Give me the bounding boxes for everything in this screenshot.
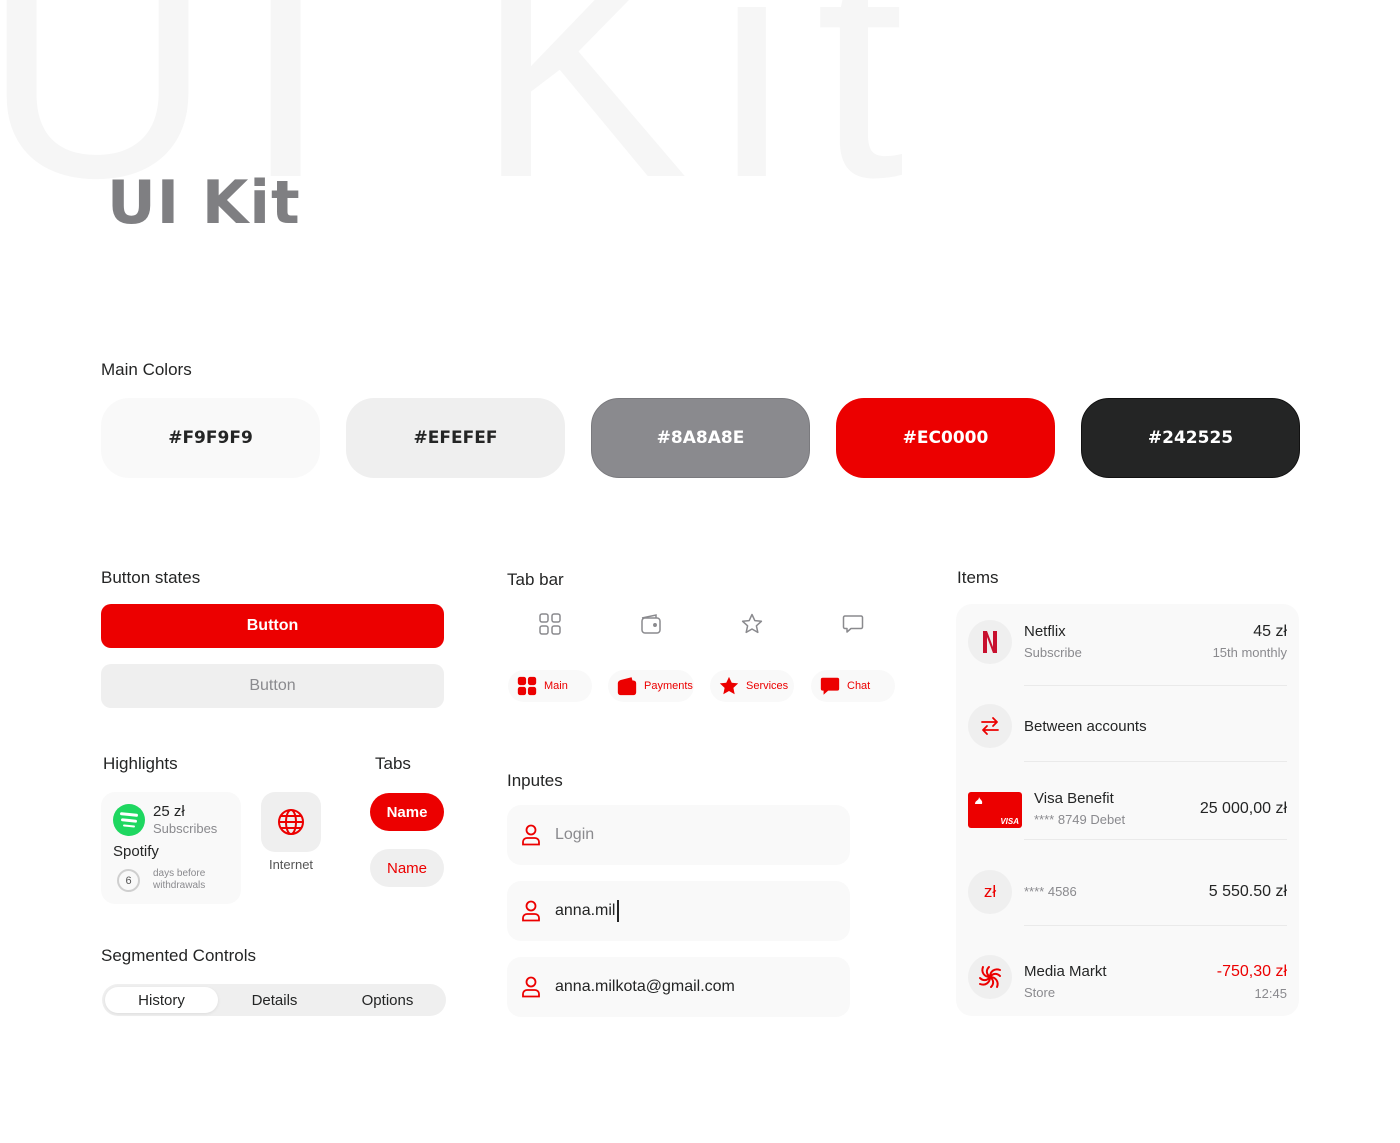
segment-details[interactable]: Details [218,987,331,1013]
chat-icon [820,677,840,695]
star-icon[interactable] [740,612,764,636]
internet-highlight-button[interactable] [261,792,321,852]
highlight-amount: 25 zł [153,803,185,820]
inputs-heading: Inputes [507,771,563,790]
item-subtitle: **** 8749 Debet [1034,812,1126,827]
item-subtitle: Subscribe [1024,645,1082,660]
item-title: Netflix [1024,623,1066,640]
star-icon [719,676,739,695]
tab-chip-payments[interactable]: Payments [608,670,694,702]
items-list: Netflix Subscribe 45 zł 15th monthly Bet… [956,604,1299,1016]
zloty-icon: zł [968,870,1012,914]
days-counter-ring: 6 [117,869,140,892]
highlight-name: Spotify [113,843,159,860]
visa-card-icon: VISA [968,792,1022,828]
input-placeholder: Login [555,826,595,843]
list-item-media-markt[interactable]: Media Markt Store -750,30 zł 12:45 [956,926,1299,1016]
input-value: anna.milkota@gmail.com [555,978,735,995]
list-item-zloty-account[interactable]: zł **** 4586 5 550.50 zł [956,840,1299,926]
segment-options[interactable]: Options [331,987,444,1013]
tab-chip-label: Services [746,680,789,692]
email-input-filled[interactable]: anna.milkota@gmail.com [507,957,850,1017]
card-brand: VISA [1000,817,1019,826]
swatch-hex: #F9F9F9 [168,428,253,448]
grid-icon[interactable] [538,612,562,636]
disabled-button[interactable]: Button [101,664,444,708]
button-states-heading: Button states [101,568,201,587]
highlight-subtitle: Subscribes [153,821,218,836]
swatch-hex: #EFEFEF [413,428,498,448]
item-time: 12:45 [1254,986,1287,1001]
item-subtitle: Store [1024,985,1056,1000]
transfer-arrows-icon [968,704,1012,748]
swatch-hex: #242525 [1147,428,1234,448]
primary-button[interactable]: Button [101,604,444,648]
item-amount: 45 zł [1253,623,1287,640]
color-swatch-f9f9f9: #F9F9F9 [101,398,320,478]
tab-chip-services[interactable]: Services [710,670,794,702]
list-item-visa-benefit[interactable]: VISA Visa Benefit **** 8749 Debet 25 000… [956,762,1299,840]
item-date: 15th monthly [1212,645,1287,660]
segment-history[interactable]: History [105,987,218,1013]
days-before-label: days before withdrawals [153,868,206,891]
tab-chip-label: Chat [847,680,871,692]
color-swatch-8a8a8e: #8A8A8E [591,398,810,478]
swatch-hex: #8A8A8E [656,428,745,448]
page-title: UI Kit [107,168,301,238]
wallet-icon [617,677,637,696]
tab-chip-label: Payments [644,680,693,692]
list-item-netflix[interactable]: Netflix Subscribe 45 zł 15th monthly [956,604,1299,686]
tab-inactive[interactable]: Name [370,849,444,887]
spotify-highlight-card[interactable]: 25 zł Subscribes Spotify 6 days before w… [101,792,241,904]
username-input-focused[interactable]: anna.mil [507,881,850,941]
item-subtitle: **** 4586 [1024,884,1077,899]
tab-chip-label: Main [544,680,568,692]
zloty-symbol: zł [983,882,997,901]
input-value: anna.mil [555,902,616,919]
item-title: Between accounts [1024,718,1147,735]
highlights-heading: Highlights [103,754,178,773]
main-colors-heading: Main Colors [101,360,192,379]
color-swatch-ec0000: #EC0000 [836,398,1055,478]
internet-label: Internet [268,857,314,872]
color-swatch-242525: #242525 [1081,398,1300,478]
tab-bar-heading: Tab bar [507,570,564,589]
wallet-icon[interactable] [639,612,663,636]
list-item-between-accounts[interactable]: Between accounts [956,686,1299,762]
item-amount: -750,30 zł [1216,963,1287,980]
item-amount: 5 550.50 zł [1208,883,1287,900]
globe-icon [278,809,304,835]
user-icon [522,976,540,998]
color-swatch-efefef: #EFEFEF [346,398,565,478]
login-input[interactable]: Login [507,805,850,865]
tab-chip-main[interactable]: Main [508,670,592,702]
segmented-controls-heading: Segmented Controls [101,946,256,965]
items-heading: Items [957,568,999,587]
item-title: Media Markt [1024,963,1107,980]
tab-active[interactable]: Name [370,793,444,831]
chat-icon[interactable] [841,612,865,636]
media-markt-logo-icon [968,955,1012,999]
user-icon [522,900,540,922]
tabs-heading: Tabs [375,754,411,773]
swatch-hex: #EC0000 [902,428,989,448]
segmented-control: History Details Options [102,984,446,1016]
text-caret [617,900,620,922]
item-title: Visa Benefit [1034,790,1114,807]
tab-chip-chat[interactable]: Chat [811,670,895,702]
grid-icon [517,676,537,696]
netflix-logo-icon [968,620,1012,664]
spotify-logo-icon [113,804,145,836]
user-icon [522,824,540,846]
item-amount: 25 000,00 zł [1199,800,1287,817]
